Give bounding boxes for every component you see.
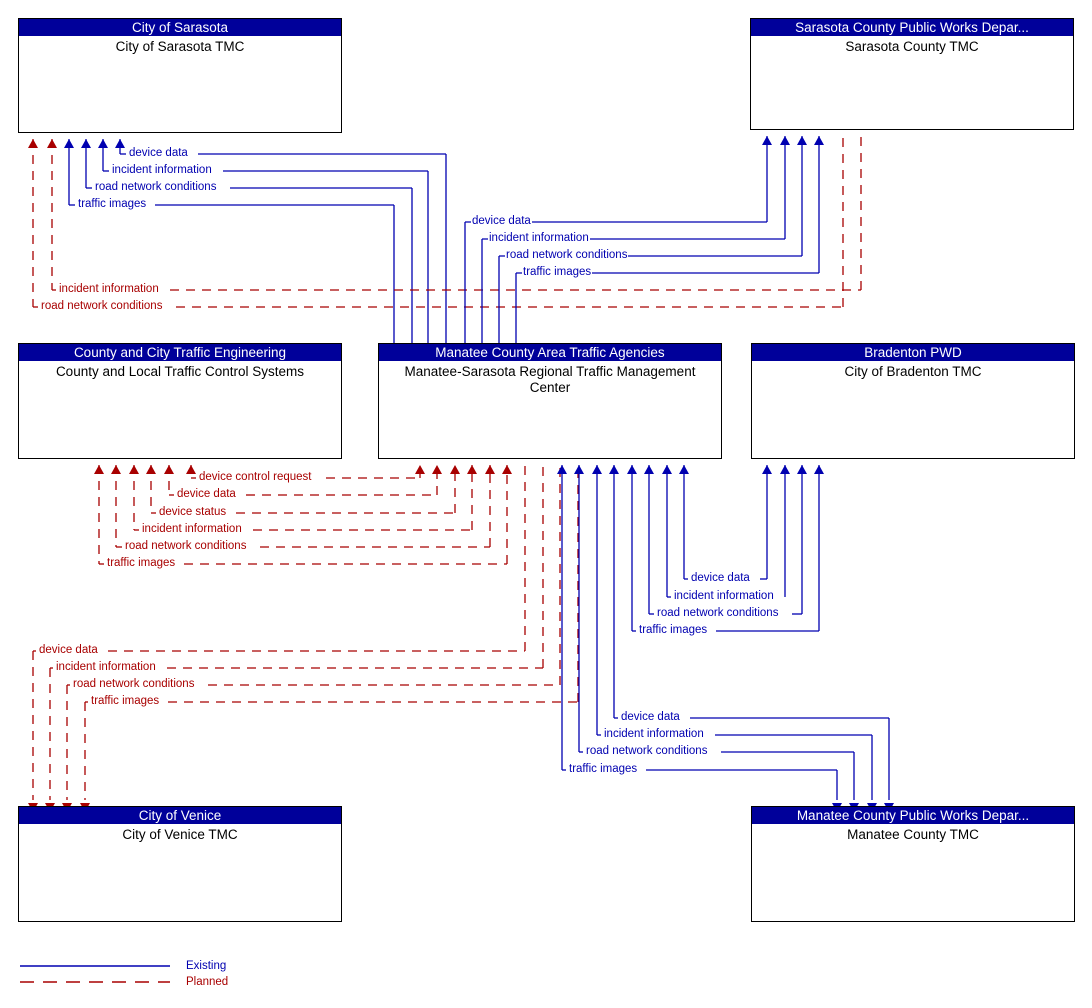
legend-label-planned: Planned xyxy=(186,976,229,988)
node-name-label: Manatee-Sarasota Regional Traffic Manage… xyxy=(404,364,696,395)
flow-label: road network conditions xyxy=(124,540,248,552)
flow-label: incident information xyxy=(603,728,705,740)
node-stakeholder-label: Manatee County Area Traffic Agencies xyxy=(379,344,721,361)
flow-label: traffic images xyxy=(568,763,639,775)
node-stakeholder-label: Bradenton PWD xyxy=(752,344,1074,361)
arrowhead xyxy=(609,465,619,474)
node-name-label: City of Venice TMC xyxy=(122,827,238,842)
flow-label: device data xyxy=(176,488,237,500)
node-city-of-sarasota-tmc[interactable]: City of Sarasota City of Sarasota TMC xyxy=(18,18,342,133)
node-stakeholder-label: Sarasota County Public Works Depar... xyxy=(751,19,1073,36)
flow-label: road network conditions xyxy=(40,300,164,312)
flow-label: traffic images xyxy=(638,624,709,636)
flow-label: incident information xyxy=(111,164,213,176)
flow-label: device control request xyxy=(198,471,313,483)
flow-label: device data xyxy=(128,147,189,159)
node-stakeholder-label: County and City Traffic Engineering xyxy=(19,344,341,361)
flow-label: incident information xyxy=(55,661,157,673)
flow-label: traffic images xyxy=(522,266,593,278)
arrowhead xyxy=(432,465,442,474)
flow-label: traffic images xyxy=(90,695,161,707)
arrowhead xyxy=(797,465,807,474)
flow-label: road network conditions xyxy=(94,181,218,193)
flow-label: incident information xyxy=(488,232,590,244)
legend-label-existing: Existing xyxy=(186,960,227,972)
arrowhead xyxy=(485,465,495,474)
arrowhead xyxy=(814,465,824,474)
arrowhead xyxy=(467,465,477,474)
interconnect-diagram: City of Sarasota City of Sarasota TMC Sara… xyxy=(0,0,1092,1008)
node-manatee-sarasota-regional-tmc[interactable]: Manatee County Area Traffic Agencies Mana… xyxy=(378,343,722,459)
flow-label: device data xyxy=(620,711,681,723)
arrowhead xyxy=(557,465,567,474)
node-city-of-venice-tmc[interactable]: City of Venice City of Venice TMC xyxy=(18,806,342,922)
arrowhead xyxy=(415,465,425,474)
node-city-of-bradenton-tmc[interactable]: Bradenton PWD City of Bradenton TMC xyxy=(751,343,1075,459)
node-manatee-county-tmc[interactable]: Manatee County Public Works Depar... Mana… xyxy=(751,806,1075,922)
flow-label: road network conditions xyxy=(505,249,629,261)
legend-lines xyxy=(20,965,170,983)
arrowhead xyxy=(450,465,460,474)
node-name-label: City of Bradenton TMC xyxy=(844,364,982,379)
arrowhead xyxy=(780,465,790,474)
flow-label: device data xyxy=(690,572,751,584)
flow-label: incident information xyxy=(673,590,775,602)
node-sarasota-county-tmc[interactable]: Sarasota County Public Works Depar... Sar… xyxy=(750,18,1074,130)
node-county-and-local-traffic-control-systems[interactable]: County and City Traffic Engineering Count… xyxy=(18,343,342,459)
flow-label: road network conditions xyxy=(585,745,709,757)
node-name-label: City of Sarasota TMC xyxy=(115,39,245,54)
flow-label: incident information xyxy=(58,283,160,295)
node-name-label: County and Local Traffic Control Systems xyxy=(55,364,305,379)
node-name-label: Sarasota County TMC xyxy=(845,39,979,54)
arrowhead xyxy=(592,465,602,474)
arrowhead xyxy=(574,465,584,474)
node-stakeholder-label: City of Sarasota xyxy=(19,19,341,36)
flow-label: device data xyxy=(471,215,532,227)
flow-label: traffic images xyxy=(106,557,177,569)
arrowhead xyxy=(502,465,512,474)
node-stakeholder-label: Manatee County Public Works Depar... xyxy=(752,807,1074,824)
flow-label: incident information xyxy=(141,523,243,535)
arrowhead xyxy=(762,465,772,474)
flow-label: road network conditions xyxy=(72,678,196,690)
flow-label: device data xyxy=(38,644,99,656)
legend: Existing Planned xyxy=(18,958,298,992)
node-stakeholder-label: City of Venice xyxy=(19,807,341,824)
flow-label: device status xyxy=(158,506,228,518)
flow-label: traffic images xyxy=(77,198,148,210)
flow-label: road network conditions xyxy=(656,607,780,619)
node-name-label: Manatee County TMC xyxy=(847,827,979,842)
